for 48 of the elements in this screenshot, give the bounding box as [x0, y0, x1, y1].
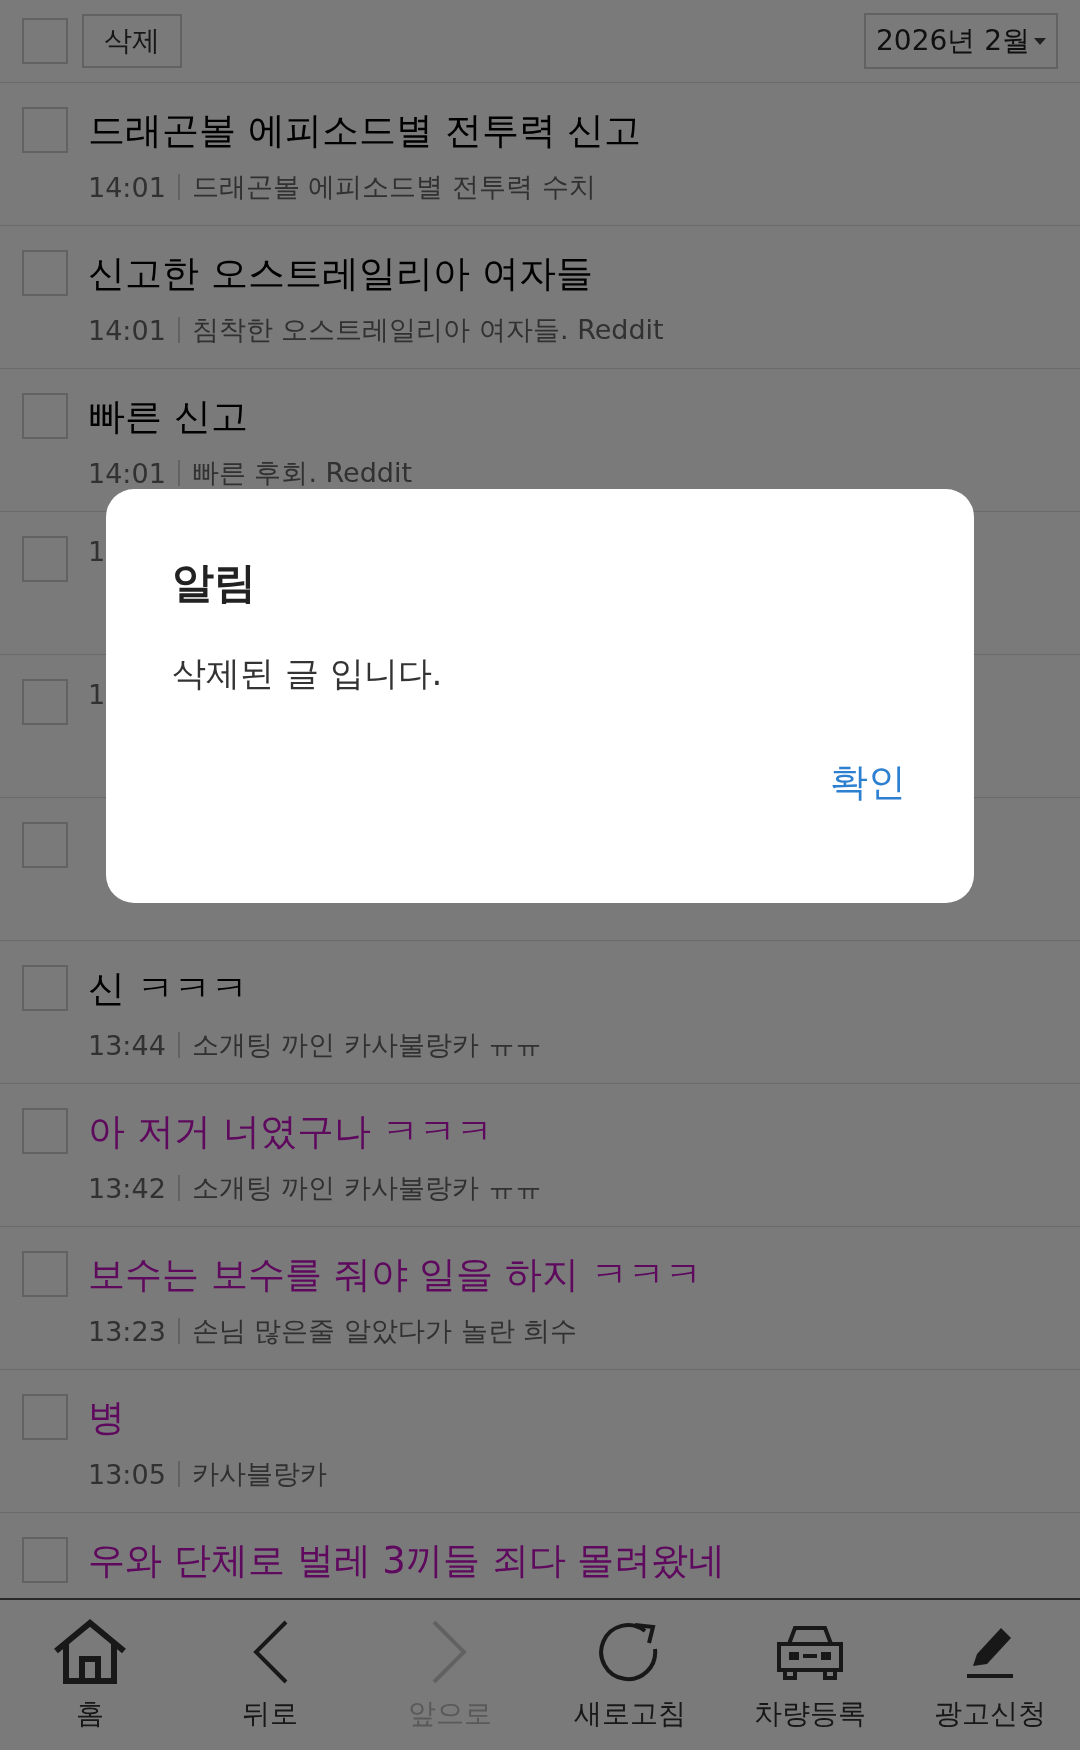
dialog-title: 알림	[172, 557, 257, 609]
caret-icon	[1034, 37, 1046, 45]
post-time: 14:01	[88, 457, 166, 489]
post-time: 13:23	[88, 1315, 166, 1347]
post-checkbox[interactable]	[22, 107, 68, 153]
post-checkbox[interactable]	[22, 965, 68, 1011]
nav-button[interactable]: 뒤로	[180, 1600, 360, 1750]
post-time: 13:44	[88, 1029, 166, 1061]
post-source: 손님 많은줄 알았다가 놀란 희수	[191, 1314, 578, 1348]
post-source: 침착한 오스트레일리아 여자들. Reddit	[191, 313, 664, 347]
post-source: 소개팅 까인 카사불랑카 ㅠㅠ	[191, 1028, 542, 1062]
post-source: 드래곤볼 에피소드별 전투력 수치	[191, 170, 596, 204]
post-time: 1	[88, 679, 106, 710]
post-title[interactable]: 우와 단체로 벌레 3끼들 죄다 몰려왔네	[88, 1537, 726, 1585]
post-time: 14:01	[88, 314, 166, 346]
post-checkbox[interactable]	[22, 1108, 68, 1154]
post-time: 14:01	[88, 171, 166, 203]
post-time: 1	[88, 536, 106, 567]
nav-button[interactable]: 새로고침	[540, 1600, 720, 1750]
post-source: 빠른 후회. Reddit	[191, 456, 413, 490]
delete-button[interactable]: 삭제	[82, 14, 182, 68]
post-checkbox[interactable]	[22, 250, 68, 296]
post-checkbox[interactable]	[22, 1394, 68, 1440]
post-checkbox[interactable]	[22, 1251, 68, 1297]
post-checkbox[interactable]	[22, 536, 68, 582]
post-title[interactable]: 드래곤볼 에피소드별 전투력 신고	[88, 107, 642, 155]
nav-button[interactable]: 광고신청	[900, 1600, 1080, 1750]
post-source: 카사블랑카	[191, 1457, 327, 1491]
post-title[interactable]: 보수는 보수를 줘야 일을 하지 ㅋㅋㅋ	[88, 1251, 702, 1299]
post-title[interactable]: 빠른 신고	[88, 393, 413, 441]
confirm-button[interactable]: 확인	[826, 751, 910, 814]
month-select[interactable]: 2026년 2월	[864, 13, 1058, 69]
post-time: 13:05	[88, 1458, 166, 1490]
post-checkbox[interactable]	[22, 393, 68, 439]
post-title[interactable]: 병	[88, 1394, 327, 1442]
post-title[interactable]: 신 ㅋㅋㅋ	[88, 965, 542, 1013]
select-all-checkbox[interactable]	[22, 18, 68, 64]
dialog-message: 삭제된 글 입니다.	[172, 652, 444, 695]
nav-button[interactable]: 차량등록	[720, 1600, 900, 1750]
home-icon	[52, 1619, 128, 1685]
post-checkbox[interactable]	[22, 822, 68, 868]
post-checkbox[interactable]	[22, 1537, 68, 1583]
nav-button[interactable]: 홈	[0, 1600, 180, 1750]
post-title[interactable]: 아 저거 너였구나 ㅋㅋㅋ	[88, 1108, 542, 1156]
post-title[interactable]: 신고한 오스트레일리아 여자들	[88, 250, 664, 298]
post-source: 소개팅 까인 카사불랑카 ㅠㅠ	[191, 1171, 542, 1205]
post-checkbox[interactable]	[22, 679, 68, 725]
post-time: 13:42	[88, 1172, 166, 1204]
